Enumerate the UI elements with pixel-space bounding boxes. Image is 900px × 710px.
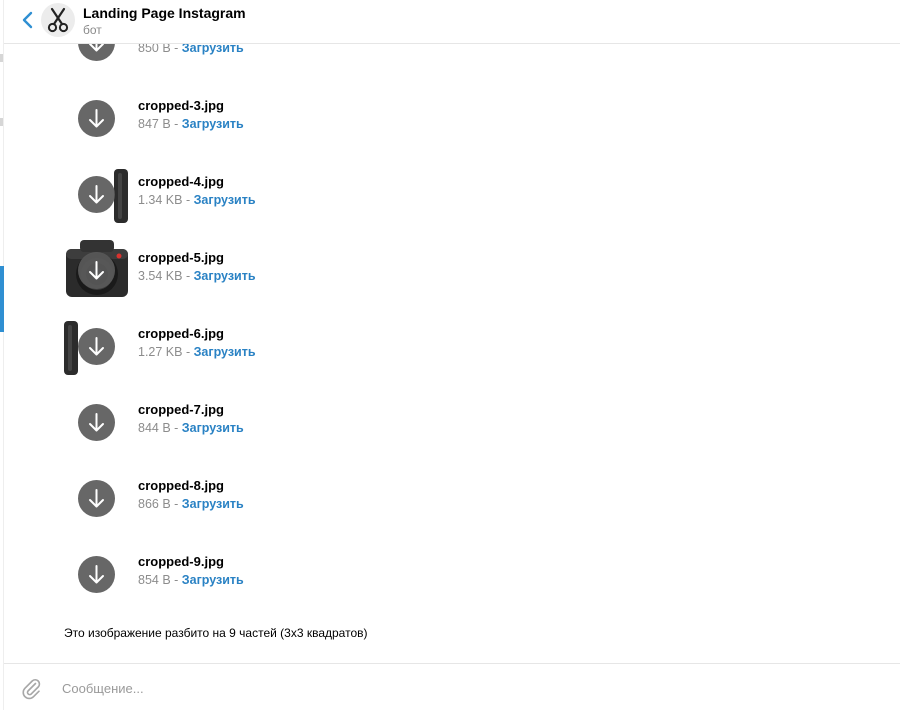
file-size: 847 B bbox=[138, 117, 171, 131]
meta-separator: - bbox=[170, 573, 182, 587]
file-size: 854 B bbox=[138, 573, 171, 587]
file-size: 844 B bbox=[138, 421, 171, 435]
file-thumbnail[interactable] bbox=[64, 541, 130, 607]
file-size: 1.34 KB bbox=[138, 193, 183, 207]
file-name: cropped-3.jpg bbox=[138, 98, 224, 113]
arrow-down-icon bbox=[89, 413, 104, 432]
download-link[interactable]: Загрузить bbox=[194, 193, 256, 207]
chat-window: cropped-2.jpg850 B - Загрузитьcropped-3.… bbox=[0, 0, 900, 710]
download-button[interactable] bbox=[78, 480, 115, 517]
paperclip-icon bbox=[22, 678, 41, 700]
message-input[interactable] bbox=[62, 678, 842, 698]
download-button[interactable] bbox=[78, 328, 115, 365]
sidebar-edge-mark bbox=[0, 54, 3, 62]
download-link[interactable]: Загрузить bbox=[182, 497, 244, 511]
meta-separator: - bbox=[182, 345, 194, 359]
download-link[interactable]: Загрузить bbox=[194, 269, 256, 283]
arrow-down-icon bbox=[89, 565, 104, 584]
scissors-icon bbox=[47, 7, 69, 33]
download-button[interactable] bbox=[78, 556, 115, 593]
chat-subtitle: бот bbox=[83, 23, 102, 37]
avatar[interactable] bbox=[41, 3, 75, 37]
file-thumbnail[interactable] bbox=[64, 237, 130, 303]
meta-separator: - bbox=[182, 269, 194, 283]
file-thumbnail[interactable] bbox=[64, 313, 130, 379]
file-name: cropped-9.jpg bbox=[138, 554, 224, 569]
chat-title: Landing Page Instagram bbox=[83, 5, 246, 21]
file-thumbnail[interactable] bbox=[64, 85, 130, 151]
file-meta: 3.54 KB - Загрузить bbox=[138, 269, 256, 283]
arrow-down-icon bbox=[89, 337, 104, 356]
file-message: cropped-5.jpg 3.54 KB - Загрузить bbox=[64, 237, 464, 303]
message-caption: Это изображение разбито на 9 частей (3x3… bbox=[64, 626, 368, 640]
sidebar-edge-mark bbox=[0, 118, 3, 126]
file-meta: 854 B - Загрузить bbox=[138, 573, 244, 587]
file-name: cropped-8.jpg bbox=[138, 478, 224, 493]
file-size: 866 B bbox=[138, 497, 171, 511]
file-meta: 1.27 KB - Загрузить bbox=[138, 345, 256, 359]
meta-separator: - bbox=[170, 497, 182, 511]
file-size: 3.54 KB bbox=[138, 269, 183, 283]
file-size: 1.27 KB bbox=[138, 345, 183, 359]
file-meta: 847 B - Загрузить bbox=[138, 117, 244, 131]
file-meta: 1.34 KB - Загрузить bbox=[138, 193, 256, 207]
arrow-down-icon bbox=[89, 185, 104, 204]
download-link[interactable]: Загрузить bbox=[182, 573, 244, 587]
file-message: cropped-9.jpg 854 B - Загрузить bbox=[64, 541, 464, 607]
download-link[interactable]: Загрузить bbox=[182, 421, 244, 435]
file-thumbnail[interactable] bbox=[64, 389, 130, 455]
download-button[interactable] bbox=[78, 404, 115, 441]
arrow-down-icon bbox=[89, 109, 104, 128]
download-button[interactable] bbox=[78, 252, 115, 289]
file-message: cropped-7.jpg 844 B - Загрузить bbox=[64, 389, 464, 455]
file-message: cropped-4.jpg 1.34 KB - Загрузить bbox=[64, 161, 464, 227]
file-name: cropped-7.jpg bbox=[138, 402, 224, 417]
file-meta: 866 B - Загрузить bbox=[138, 497, 244, 511]
file-thumbnail[interactable] bbox=[64, 161, 130, 227]
meta-separator: - bbox=[170, 421, 182, 435]
file-message: cropped-8.jpg 866 B - Загрузить bbox=[64, 465, 464, 531]
download-button[interactable] bbox=[78, 176, 115, 213]
message-composer bbox=[4, 663, 900, 710]
message-list[interactable]: cropped-2.jpg850 B - Загрузитьcropped-3.… bbox=[4, 0, 900, 663]
file-message: cropped-6.jpg 1.27 KB - Загрузить bbox=[64, 313, 464, 379]
attach-button[interactable] bbox=[20, 676, 42, 700]
meta-separator: - bbox=[182, 193, 194, 207]
file-message: cropped-3.jpg 847 B - Загрузить bbox=[64, 85, 464, 151]
file-name: cropped-4.jpg bbox=[138, 174, 224, 189]
arrow-down-icon bbox=[89, 261, 104, 280]
arrow-down-icon bbox=[89, 489, 104, 508]
chevron-left-icon bbox=[22, 11, 33, 29]
chat-header: Landing Page Instagram бот bbox=[4, 0, 900, 44]
download-link[interactable]: Загрузить bbox=[194, 345, 256, 359]
file-thumbnail[interactable] bbox=[64, 465, 130, 531]
download-link[interactable]: Загрузить bbox=[182, 117, 244, 131]
download-button[interactable] bbox=[78, 100, 115, 137]
file-name: cropped-6.jpg bbox=[138, 326, 224, 341]
file-meta: 844 B - Загрузить bbox=[138, 421, 244, 435]
file-name: cropped-5.jpg bbox=[138, 250, 224, 265]
meta-separator: - bbox=[170, 117, 182, 131]
back-button[interactable] bbox=[18, 8, 38, 32]
